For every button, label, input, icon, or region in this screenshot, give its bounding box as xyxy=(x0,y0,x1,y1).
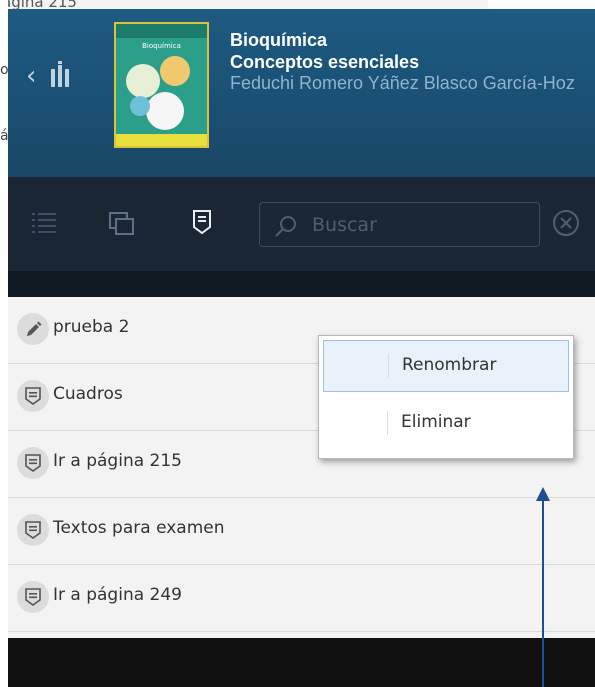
annotation-arrow xyxy=(536,487,550,687)
